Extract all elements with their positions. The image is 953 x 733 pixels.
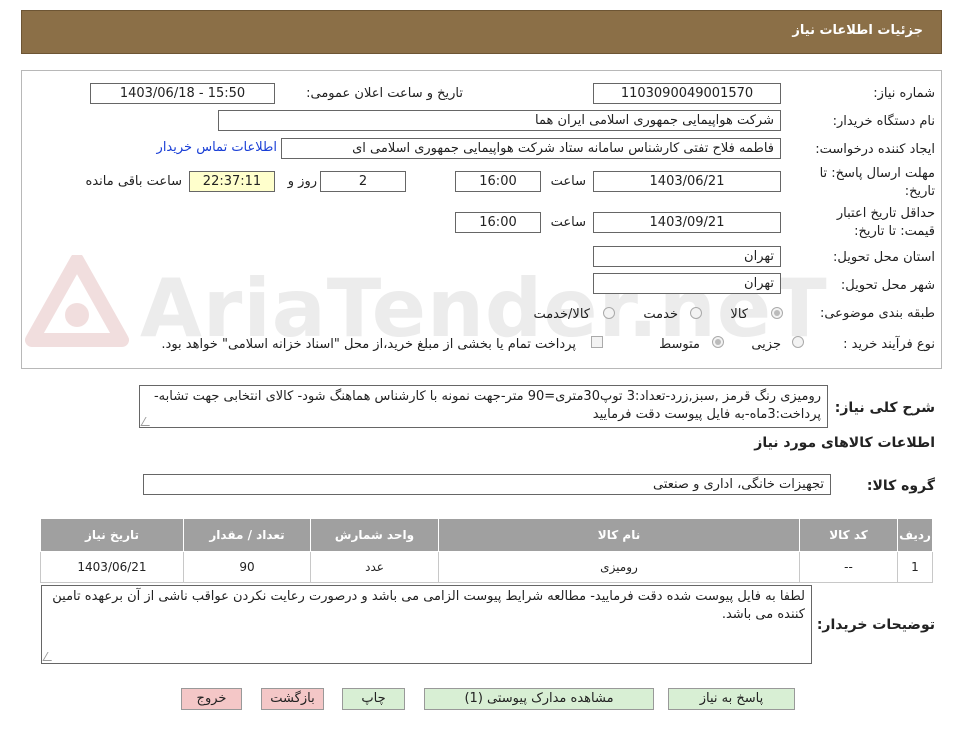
delivery-province-field: تهران: [593, 246, 781, 267]
reply-deadline-time-field: 16:00: [455, 171, 541, 192]
remaining-days-field: 2: [320, 171, 406, 192]
purchase-type-label: نوع فرآیند خرید :: [843, 337, 935, 352]
col-code: کد کالا: [799, 518, 898, 552]
creator-label: ایجاد کننده درخواست:: [815, 142, 935, 157]
purchase-type-radio-minor[interactable]: [792, 336, 804, 348]
buyer-org-field: شرکت هواپیمایی جمهوری اسلامی ایران هما: [218, 110, 781, 131]
buyer-notes-text: لطفا به فایل پیوست شده دقت فرمایید- مطال…: [52, 589, 805, 622]
cell-unit: عدد: [310, 551, 439, 583]
announce-datetime-label: تاریخ و ساعت اعلان عمومی:: [306, 86, 463, 101]
col-qty: تعداد / مقدار: [183, 518, 311, 552]
price-validity-label: حداقل تاریخ اعتبار: [836, 206, 935, 221]
treasury-checkbox[interactable]: [591, 336, 603, 348]
remaining-time-field: 22:37:11: [189, 171, 275, 192]
price-validity-time-label: ساعت: [550, 215, 586, 230]
buyer-notes-textarea[interactable]: لطفا به فایل پیوست شده دقت فرمایید- مطال…: [41, 585, 812, 664]
buyer-contact-link[interactable]: اطلاعات تماس خریدار: [157, 140, 277, 155]
creator-field: فاطمه فلاح تفتی کارشناس سامانه ستاد شرکت…: [281, 138, 781, 159]
category-radio-goods[interactable]: [771, 307, 783, 319]
items-table: ردیف کد کالا نام کالا واحد شمارش تعداد /…: [40, 518, 933, 583]
delivery-province-label: استان محل تحویل:: [833, 250, 935, 265]
category-option-goods: کالا: [730, 307, 748, 322]
announce-datetime-field: 1403/06/18 - 15:50: [90, 83, 275, 104]
purchase-type-option-medium: متوسط: [659, 337, 700, 352]
purchase-type-option-minor: جزیی: [751, 337, 781, 352]
table-row: 1 -- رومیزی عدد 90 1403/06/21: [40, 551, 933, 583]
buyer-org-label: نام دستگاه خریدار:: [832, 114, 935, 129]
category-label: طبقه بندی موضوعی:: [819, 306, 935, 321]
reply-deadline-label-2: تاریخ:: [904, 184, 935, 199]
reply-button[interactable]: پاسخ به نیاز: [668, 688, 795, 710]
category-option-goods-service: کالا/خدمت: [533, 307, 590, 322]
summary-textarea[interactable]: رومیزی رنگ قرمز ,سبز,زرد-تعداد:3 توپ30مت…: [139, 385, 828, 428]
cell-row: 1: [897, 551, 933, 583]
reply-deadline-label: مهلت ارسال پاسخ: تا: [819, 166, 935, 181]
remaining-time-label: ساعت باقی مانده: [85, 174, 182, 189]
cell-qty: 90: [183, 551, 311, 583]
cell-name: رومیزی: [438, 551, 800, 583]
col-unit: واحد شمارش: [310, 518, 439, 552]
goods-group-label: گروه کالا:: [866, 478, 935, 494]
ariatender-logo-icon: [25, 255, 129, 347]
category-radio-goods-service[interactable]: [603, 307, 615, 319]
table-header-row: ردیف کد کالا نام کالا واحد شمارش تعداد /…: [40, 518, 933, 552]
price-validity-label-2: قیمت: تا تاریخ:: [854, 224, 935, 239]
goods-group-field: تجهیزات خانگی، اداری و صنعتی: [143, 474, 831, 495]
col-name: نام کالا: [438, 518, 800, 552]
price-validity-time-field: 16:00: [455, 212, 541, 233]
purchase-type-radio-medium[interactable]: [712, 336, 724, 348]
summary-label: شرح کلی نیاز:: [834, 400, 935, 416]
delivery-city-label: شهر محل تحویل:: [840, 278, 935, 293]
attachments-button[interactable]: مشاهده مدارک پیوستی (1): [424, 688, 654, 710]
cell-code: --: [799, 551, 898, 583]
treasury-note: پرداخت تمام یا بخشی از مبلغ خرید،از محل …: [161, 337, 576, 352]
category-option-service: خدمت: [643, 307, 678, 322]
reply-deadline-date-field: 1403/06/21: [593, 171, 781, 192]
cell-date: 1403/06/21: [40, 551, 184, 583]
header-bar: جزئیات اطلاعات نیاز: [21, 10, 942, 54]
category-radio-service[interactable]: [690, 307, 702, 319]
summary-text: رومیزی رنگ قرمز ,سبز,زرد-تعداد:3 توپ30مت…: [153, 389, 821, 422]
print-button[interactable]: چاپ: [342, 688, 405, 710]
page-title: جزئیات اطلاعات نیاز: [792, 23, 923, 38]
exit-button[interactable]: خروج: [181, 688, 242, 710]
col-row: ردیف: [897, 518, 933, 552]
buyer-notes-label: توضیحات خریدار:: [816, 617, 935, 633]
price-validity-date-field: 1403/09/21: [593, 212, 781, 233]
col-date: تاریخ نیاز: [40, 518, 184, 552]
remaining-days-label: روز و: [287, 174, 317, 189]
delivery-city-field: تهران: [593, 273, 781, 294]
back-button[interactable]: بازگشت: [261, 688, 324, 710]
need-number-field: 1103090049001570: [593, 83, 781, 104]
need-number-label: شماره نیاز:: [873, 86, 935, 101]
goods-info-title: اطلاعات کالاهای مورد نیاز: [754, 435, 935, 451]
reply-deadline-time-label: ساعت: [550, 174, 586, 189]
